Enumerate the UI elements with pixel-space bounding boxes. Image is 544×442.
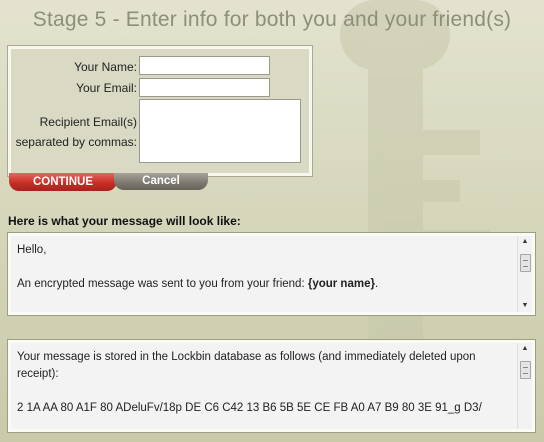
scroll-thumb[interactable] bbox=[520, 361, 531, 379]
scroll-up-arrow-icon[interactable]: ▲ bbox=[518, 236, 532, 248]
storage-cipher: 2 1A AA 80 A1F 80 ADeluFv/18p DE C6 C42 … bbox=[17, 402, 482, 414]
email-input[interactable] bbox=[139, 78, 270, 97]
recipient-label-line1: Recipient Email(s) bbox=[39, 115, 137, 129]
message-scrollbar[interactable]: ▲ ▼ bbox=[517, 236, 532, 312]
continue-button[interactable]: CONTINUE bbox=[9, 173, 117, 191]
page-title: Stage 5 - Enter info for both you and yo… bbox=[32, 8, 512, 31]
message-greeting: Hello, bbox=[17, 244, 47, 256]
recipients-textarea[interactable] bbox=[139, 99, 301, 163]
your-name-placeholder: {your name} bbox=[307, 278, 375, 290]
scroll-down-arrow-icon[interactable]: ▼ bbox=[518, 300, 532, 312]
storage-line2: receipt): bbox=[17, 368, 59, 380]
storage-preview-box: Your message is stored in the Lockbin da… bbox=[8, 340, 535, 432]
scroll-thumb[interactable] bbox=[520, 254, 531, 272]
message-line-prefix: An encrypted message was sent to you fro… bbox=[17, 278, 308, 290]
recipient-label-line2: separated by commas: bbox=[15, 135, 137, 149]
name-input[interactable] bbox=[139, 56, 270, 75]
cancel-button[interactable]: Cancel bbox=[114, 173, 208, 190]
preview-heading: Here is what your message will look like… bbox=[8, 214, 241, 228]
storage-line1: Your message is stored in the Lockbin da… bbox=[17, 351, 476, 363]
message-preview-box: Hello, An encrypted message was sent to … bbox=[8, 233, 535, 315]
message-line: An encrypted message was sent to you fro… bbox=[17, 276, 512, 293]
contact-form: Your Name: Your Email: Recipient Email(s… bbox=[8, 46, 312, 176]
scroll-up-arrow-icon[interactable]: ▲ bbox=[518, 343, 532, 355]
message-line-suffix: . bbox=[374, 278, 379, 290]
email-label: Your Email: bbox=[76, 81, 137, 95]
name-label: Your Name: bbox=[74, 60, 137, 74]
storage-scrollbar[interactable]: ▲ bbox=[517, 343, 532, 429]
